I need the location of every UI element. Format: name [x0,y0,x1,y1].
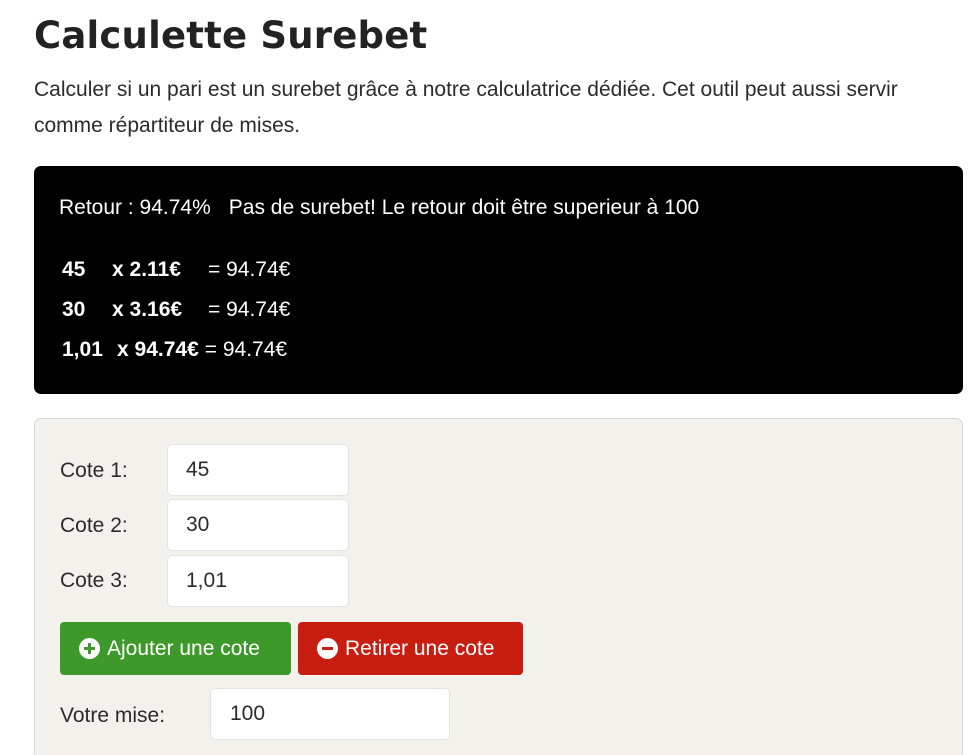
stake-input[interactable] [210,688,450,740]
cote-2-input[interactable] [167,499,349,551]
add-cote-button[interactable]: Ajouter une cote [60,622,291,675]
cote-1-input[interactable] [167,444,349,496]
result-summary: Retour : 94.74% Pas de surebet! Le retour… [59,194,699,222]
surebet-status-message: Pas de surebet! Le retour doit être supe… [228,196,700,219]
result-panel: Retour : 94.74% Pas de surebet! Le retour… [34,166,963,394]
remove-cote-label: Retirer une cote [345,636,495,660]
result-row: 1,01 x 94.74€ = 94.74€ [62,336,287,364]
plus-circle-icon [79,638,100,659]
result-row-cote: 30 [62,298,86,321]
page-title: Calculette Surebet [34,14,428,57]
result-row: 30 x 3.16€ = 94.74€ [62,296,290,324]
cote-3-label: Cote 3: [60,569,128,592]
remove-cote-button[interactable]: Retirer une cote [298,622,523,675]
result-row-stake: x 94.74€ [117,338,199,361]
page: Calculette Surebet Calculer si un pari e… [0,0,978,755]
calculator-form: Cote 1: Cote 2: Cote 3: Ajouter une cote… [34,418,963,755]
stake-label: Votre mise: [60,704,166,727]
cote-3-input[interactable] [167,555,349,607]
result-row-cote: 45 [62,258,86,281]
minus-circle-icon [317,638,338,659]
result-row-payout: = 94.74€ [208,258,291,281]
result-row-stake: x 2.11€ [112,258,181,281]
return-percentage: Retour : 94.74% [59,196,211,219]
cote-2-label: Cote 2: [60,514,128,537]
result-row-stake: x 3.16€ [112,298,183,321]
cote-1-label: Cote 1: [60,459,128,482]
result-row: 45 x 2.11€ = 94.74€ [62,256,290,284]
result-row-payout: = 94.74€ [204,338,288,361]
add-cote-label: Ajouter une cote [107,636,260,660]
result-row-payout: = 94.74€ [208,298,291,321]
result-row-cote: 1,01 [62,338,103,361]
page-description: Calculer si un pari est un surebet grâce… [34,78,898,137]
